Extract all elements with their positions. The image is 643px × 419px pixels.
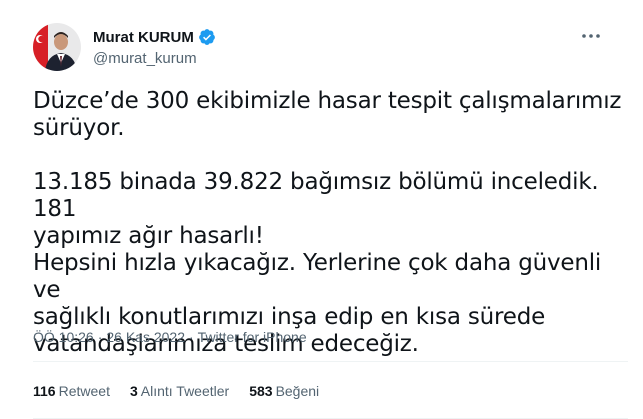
retweets-label: Retweet (58, 383, 110, 399)
quotes-count: 3 (129, 383, 138, 399)
divider (33, 361, 628, 362)
avatar[interactable] (33, 23, 81, 71)
display-name[interactable]: Murat KURUM (93, 29, 194, 46)
verified-badge-icon (198, 28, 216, 46)
tweet-text: Düzce’de 300 ekibimizle hasar tespit çal… (33, 88, 622, 357)
tweet-source[interactable]: Twitter for iPhone (198, 329, 307, 345)
meta-separator: · (97, 329, 103, 345)
quotes-label: Alıntı Tweetler (140, 383, 230, 399)
author-name-row: Murat KURUM (93, 28, 216, 46)
tweet-meta: ÖÖ 10:26 · 26 Kas 2022 · Twitter for iPh… (33, 329, 307, 345)
meta-separator: · (189, 329, 194, 345)
likes-label: Beğeni (275, 383, 320, 399)
likes-count: 583 (249, 383, 273, 399)
user-handle[interactable]: @murat_kurum (93, 50, 197, 67)
tweet-time[interactable]: ÖÖ 10:26 (33, 329, 94, 345)
retweets-stat[interactable]: 116 Retweet (33, 383, 110, 399)
tweet-detail: Murat KURUM @murat_kurum Düzce’de 300 ek… (0, 0, 643, 419)
likes-stat[interactable]: 583 Beğeni (249, 383, 319, 399)
more-dots-icon[interactable] (578, 26, 604, 46)
retweets-count: 116 (33, 383, 56, 399)
tweet-date[interactable]: 26 Kas 2022 (106, 329, 185, 345)
quotes-stat[interactable]: 3 Alıntı Tweetler (130, 383, 229, 399)
engagement-stats: 116 Retweet 3 Alıntı Tweetler 583 Beğeni (33, 383, 319, 399)
profile-photo-icon (33, 23, 81, 71)
